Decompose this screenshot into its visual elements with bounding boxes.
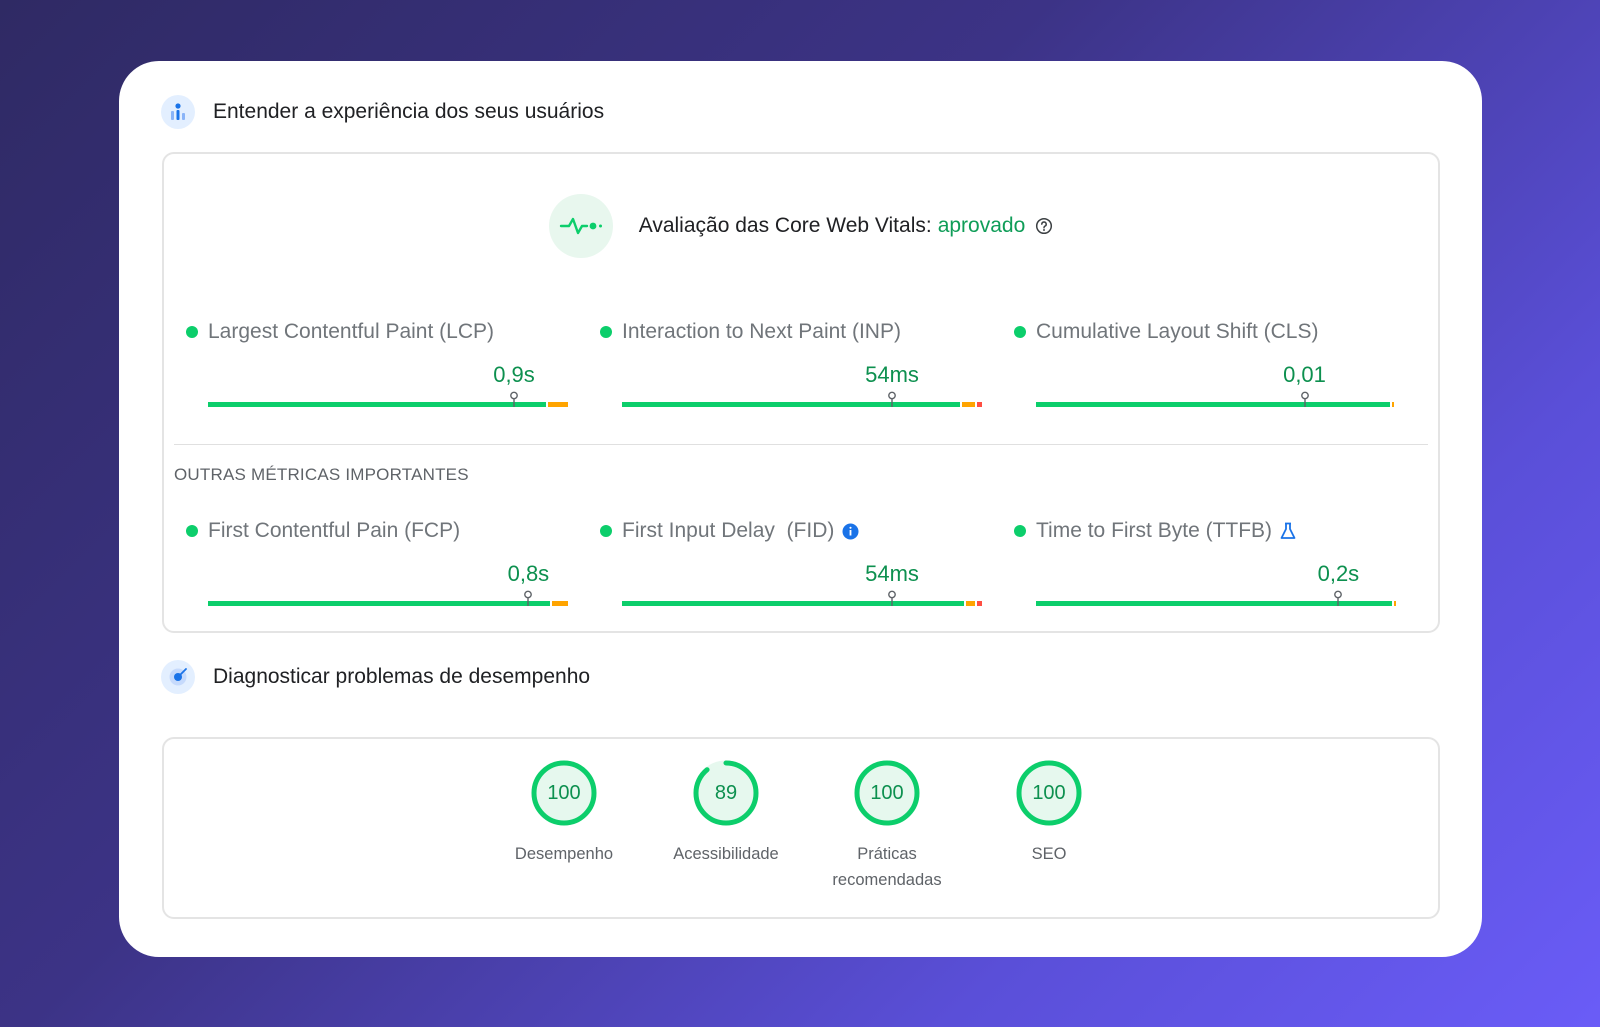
metric-value: 0,01 xyxy=(1283,362,1326,387)
diag-section-header: Diagnosticar problemas de desempenho xyxy=(161,660,590,694)
percentile-marker xyxy=(1300,391,1309,407)
average-segment xyxy=(552,601,568,606)
ux-section-title: Entender a experiência dos seus usuários xyxy=(213,100,605,123)
other-metrics-heading: OUTRAS MÉTRICAS IMPORTANTES xyxy=(174,465,469,484)
metric-label: First Input Delay (FID) xyxy=(622,519,835,542)
status-dot xyxy=(1014,525,1026,537)
pulse-icon xyxy=(548,194,613,258)
distribution-bar xyxy=(1036,590,1397,606)
score-label: Desempenho xyxy=(514,845,614,863)
cwv-title: Avaliação das Core Web Vitals: xyxy=(638,214,932,237)
users-chart-icon xyxy=(161,95,195,129)
core-web-vitals-panel: Avaliação das Core Web Vitals: aprovado … xyxy=(162,152,1440,633)
flask-icon[interactable] xyxy=(1278,521,1298,541)
percentile-marker xyxy=(1334,590,1343,606)
score-gauge-best-practices[interactable]: 100 Práticas recomendadas xyxy=(822,759,952,893)
metric-cls[interactable]: Cumulative Layout Shift (CLS) 0,01 xyxy=(1014,320,1395,407)
metric-label: Cumulative Layout Shift (CLS) xyxy=(1036,320,1319,343)
average-segment xyxy=(966,601,975,606)
average-segment xyxy=(1392,402,1395,407)
score-value: 100 xyxy=(1032,781,1066,804)
score-gauge-seo[interactable]: 100 SEO xyxy=(984,759,1114,867)
score-label: SEO xyxy=(1031,845,1067,863)
ux-section-header: Entender a experiência dos seus usuários xyxy=(161,95,604,129)
metric-value: 0,9s xyxy=(493,362,535,387)
distribution-bar xyxy=(208,590,568,606)
status-dot xyxy=(186,525,198,537)
metric-lcp[interactable]: Largest Contentful Paint (LCP) 0,9s xyxy=(186,320,568,407)
score-gauge-accessibility[interactable]: 89 Acessibilidade xyxy=(661,759,791,867)
distribution-bar xyxy=(622,391,982,407)
score-gauge-performance[interactable]: 100 Desempenho xyxy=(499,759,629,867)
percentile-marker xyxy=(524,590,533,606)
help-icon[interactable] xyxy=(1035,217,1053,235)
poor-segment xyxy=(976,402,982,407)
status-dot xyxy=(1014,326,1026,338)
score-label: Práticas recomendadas xyxy=(832,845,942,889)
score-label: Acessibilidade xyxy=(673,845,779,863)
metric-inp[interactable]: Interaction to Next Paint (INP) 54ms xyxy=(600,320,982,407)
lighthouse-scores-panel: 100 Desempenho 89 Acessibilidade 100 Prá… xyxy=(162,737,1440,919)
metric-value: 54ms xyxy=(865,561,919,586)
poor-segment xyxy=(976,601,982,606)
score-value: 100 xyxy=(870,781,904,804)
diag-section-title: Diagnosticar problemas de desempenho xyxy=(213,665,591,688)
distribution-bar xyxy=(208,391,568,407)
metric-label: Time to First Byte (TTFB) xyxy=(1036,519,1273,542)
distribution-bar xyxy=(1036,391,1395,407)
info-icon[interactable] xyxy=(842,523,859,540)
metric-value: 0,8s xyxy=(507,561,550,586)
status-dot xyxy=(600,525,612,537)
distribution-bar xyxy=(622,590,982,606)
good-segment xyxy=(1036,402,1391,407)
metric-label: Largest Contentful Paint (LCP) xyxy=(208,320,494,343)
metric-fcp[interactable]: First Contentful Pain (FCP) 0,8s xyxy=(186,519,568,606)
percentile-marker xyxy=(888,590,896,606)
status-dot xyxy=(186,326,198,338)
average-segment xyxy=(548,402,568,407)
score-value: 89 xyxy=(714,781,738,804)
cwv-status: aprovado xyxy=(937,214,1026,237)
metric-label: First Contentful Pain (FCP) xyxy=(208,519,461,542)
good-segment xyxy=(622,402,961,407)
good-segment xyxy=(622,601,964,606)
metric-value: 0,2s xyxy=(1317,561,1360,586)
percentile-marker xyxy=(510,391,518,407)
target-icon xyxy=(161,660,195,694)
status-dot xyxy=(600,326,612,338)
divider xyxy=(174,444,1428,445)
average-segment xyxy=(1394,601,1397,606)
metric-fid[interactable]: First Input Delay (FID) 54ms xyxy=(600,519,982,606)
good-segment xyxy=(208,601,550,606)
metric-ttfb[interactable]: Time to First Byte (TTFB) 0,2s xyxy=(1014,519,1397,606)
metric-label: Interaction to Next Paint (INP) xyxy=(622,320,901,343)
score-value: 100 xyxy=(547,781,581,804)
percentile-marker xyxy=(888,391,896,407)
metric-value: 54ms xyxy=(865,362,919,387)
report-card: Entender a experiência dos seus usuários… xyxy=(119,61,1482,957)
cwv-assessment: Avaliação das Core Web Vitals: aprovado xyxy=(164,194,1438,258)
average-segment xyxy=(962,402,975,407)
good-segment xyxy=(208,402,547,407)
